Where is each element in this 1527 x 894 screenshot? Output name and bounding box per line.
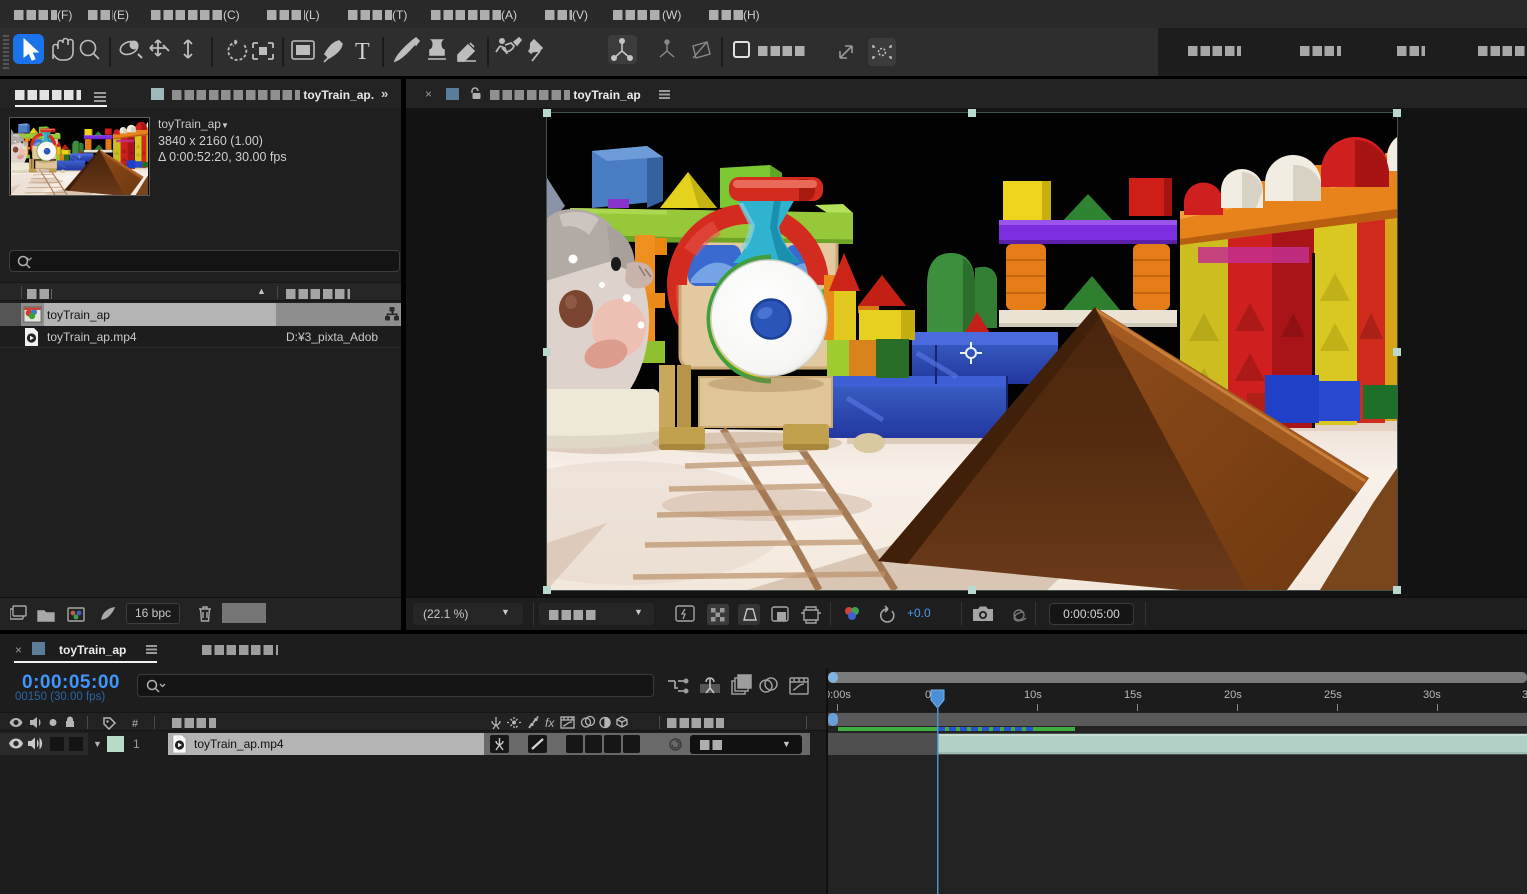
svg-text:T: T xyxy=(355,39,370,65)
svg-text:fx: fx xyxy=(545,716,555,730)
svg-text:#: # xyxy=(132,718,139,730)
